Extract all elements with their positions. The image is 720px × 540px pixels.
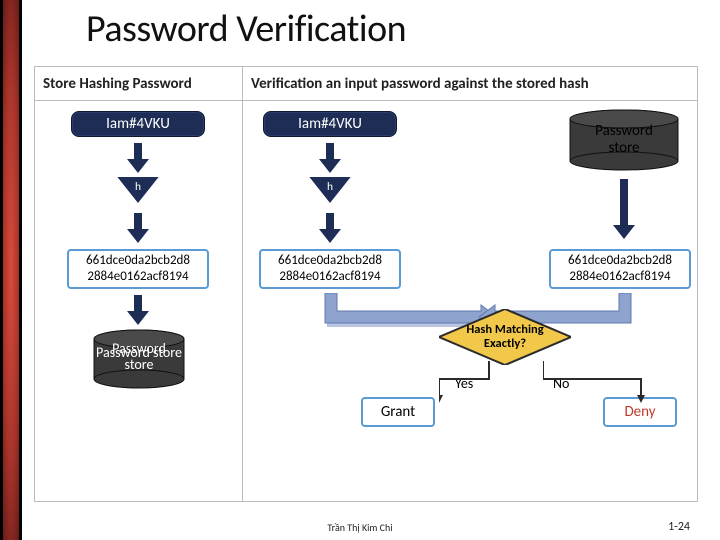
hash-line2: 2884e0162acf8194: [87, 269, 188, 285]
stored-hash-box: 661dce0da2bcb2d8 2884e0162acf8194: [549, 249, 691, 289]
column-heading-verify: Verification an input password against t…: [243, 67, 697, 100]
decision-label-1: Hash Matching: [466, 323, 543, 337]
decorative-side-stripe: [0, 0, 22, 540]
column-store: Iam#4VKU h: [35, 101, 243, 501]
decision-left-line: [439, 361, 499, 410]
down-arrow-icon: [319, 213, 341, 243]
password-store-label-verify: Passwordstore: [569, 123, 679, 158]
hash-function-chevron-verify: h: [303, 177, 357, 203]
down-arrow-icon: [613, 179, 635, 239]
hash-function-chevron-store: h: [111, 177, 165, 203]
column-heading-store: Store Hashing Password: [35, 67, 243, 100]
decision-diamond: Hash Matching Exactly?: [439, 309, 571, 365]
slide-title: Password Verification: [86, 6, 406, 52]
down-arrow-icon: [127, 213, 149, 243]
result-grant: Grant: [361, 397, 435, 427]
decision-label-2: Exactly?: [484, 337, 526, 351]
down-arrow-icon: [319, 143, 341, 173]
slide-root: Password Verification Store Hashing Pass…: [0, 0, 720, 540]
down-arrow-icon: [127, 295, 149, 325]
input-password-box-store: Iam#4VKU: [71, 111, 205, 137]
footer-page-number: 1-24: [668, 520, 690, 534]
hash-output-store: 661dce0da2bcb2d8 2884e0162acf8194: [67, 249, 209, 289]
decision-right-line: [543, 361, 653, 410]
hash-output-verify: 661dce0da2bcb2d8 2884e0162acf8194: [259, 249, 401, 289]
down-arrow-icon: [127, 143, 149, 173]
svg-text:h: h: [327, 180, 333, 194]
input-password-box-verify: Iam#4VKU: [263, 111, 397, 137]
footer-author: Trần Thị Kim Chi: [327, 521, 392, 534]
password-store-label-overlay: Passwordstore: [93, 341, 185, 373]
hash-fn-label: h: [135, 180, 141, 194]
diagram-table: Store Hashing Password Verification an i…: [34, 66, 698, 502]
column-verify: Iam#4VKU h: [243, 101, 697, 501]
hash-line1: 661dce0da2bcb2d8: [86, 253, 190, 269]
